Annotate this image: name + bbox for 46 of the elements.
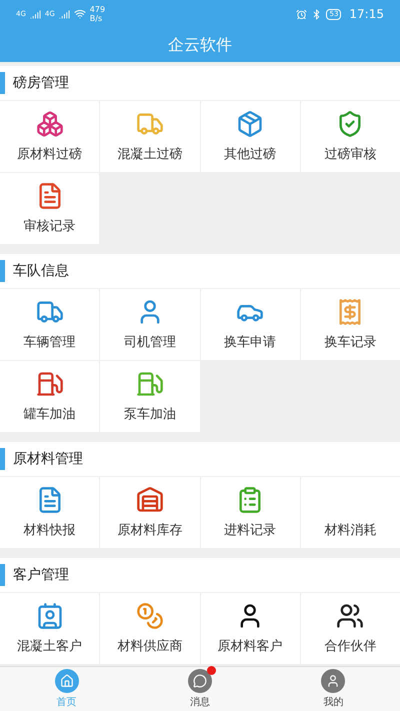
accent-bar (0, 72, 5, 94)
contact-card-icon (36, 602, 64, 630)
section-title: 原材料管理 (13, 450, 83, 468)
network-speed: 479 (90, 5, 106, 14)
users-icon (336, 602, 364, 630)
menu-tile[interactable]: 原材料客户 (200, 593, 300, 664)
section-title: 客户管理 (13, 566, 69, 584)
menu-tile[interactable]: 审核记录 (0, 173, 100, 244)
warehouse-icon (136, 486, 164, 514)
accent-bar (0, 564, 5, 586)
app-title: 企云软件 (168, 34, 232, 56)
tab[interactable]: 消息 (133, 667, 267, 711)
menu-tile[interactable]: 混凝土客户 (0, 593, 100, 664)
menu-tile[interactable]: 材料供应商 (100, 593, 200, 664)
section-title: 车队信息 (13, 262, 69, 280)
bluetooth-icon (311, 8, 322, 20)
accent-bar (0, 448, 5, 470)
menu-tile[interactable]: 原材料库存 (100, 477, 200, 548)
menu-tile[interactable]: 换车记录 (300, 289, 400, 360)
tab[interactable]: 我的 (266, 667, 400, 711)
status-time: 17:15 (349, 6, 384, 23)
chat-icon (188, 668, 212, 692)
network-speed-unit: B/s (90, 14, 104, 23)
section-title: 磅房管理 (13, 74, 69, 92)
menu-tile[interactable]: 材料快报 (0, 477, 100, 548)
package-icon (236, 110, 264, 138)
menu-tile[interactable]: 罐车加油 (0, 361, 100, 432)
menu-tile[interactable]: 司机管理 (100, 289, 200, 360)
menu-tile[interactable]: 泵车加油 (100, 361, 200, 432)
menu-tile[interactable]: 车辆管理 (0, 289, 100, 360)
home-icon (54, 668, 79, 692)
menu-tile[interactable]: 材料消耗 (300, 477, 400, 548)
fuel-pump-icon (36, 370, 64, 398)
boxes-icon (36, 110, 64, 138)
coins-icon (136, 602, 164, 630)
menu-tile[interactable]: 原材料过磅 (0, 101, 100, 172)
menu-tile[interactable]: 合作伙伴 (300, 593, 400, 664)
menu-tile[interactable]: 混凝土过磅 (100, 101, 200, 172)
alarm-icon (296, 8, 308, 20)
menu-tile[interactable]: 进料记录 (200, 477, 300, 548)
menu-tile[interactable]: 其他过磅 (200, 101, 300, 172)
user-icon (321, 668, 346, 692)
fuel-pump-icon (136, 370, 164, 398)
menu-tile[interactable]: 过磅审核 (300, 101, 400, 172)
accent-bar (0, 260, 5, 282)
menu-tile[interactable]: 换车申请 (200, 289, 300, 360)
